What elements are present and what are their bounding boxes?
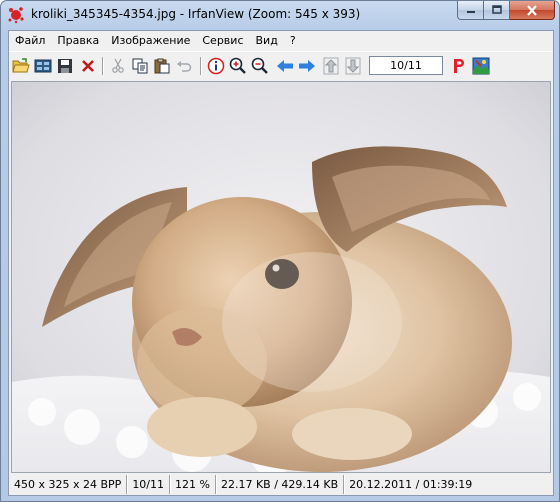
menu-bar: Файл Правка Изображение Сервис Вид ? <box>9 31 553 50</box>
zoom-in-icon <box>229 57 246 74</box>
paste-icon <box>154 58 170 74</box>
paint-button[interactable] <box>471 56 491 76</box>
next-button[interactable] <box>297 56 317 76</box>
toolbar: 10/11 <box>9 51 553 81</box>
paste-button[interactable] <box>152 56 172 76</box>
status-bar: 450 x 325 x 24 BPP 10/11 121 % 22.17 KB … <box>9 474 553 495</box>
window-title: kroliki_345345-4354.jpg - IrfanView (Zoo… <box>31 7 361 21</box>
maximize-icon <box>491 5 502 14</box>
previous-button[interactable] <box>275 56 295 76</box>
status-index: 10/11 <box>127 475 171 494</box>
menu-image[interactable]: Изображение <box>105 31 196 50</box>
previous-icon <box>277 60 293 72</box>
thumbnails-icon <box>34 59 52 73</box>
page-indicator: 10/11 <box>369 56 443 75</box>
info-button[interactable] <box>206 56 226 76</box>
minimize-button[interactable] <box>457 1 484 20</box>
last-button[interactable] <box>343 56 363 76</box>
close-button[interactable] <box>510 1 555 20</box>
caption-buttons <box>457 1 555 21</box>
copy-button[interactable] <box>130 56 150 76</box>
maximize-button[interactable] <box>484 1 510 20</box>
save-button[interactable] <box>55 56 75 76</box>
copy-icon <box>132 58 148 74</box>
menu-help[interactable]: ? <box>284 31 302 50</box>
open-folder-icon <box>12 58 30 73</box>
menu-edit[interactable]: Правка <box>51 31 105 50</box>
info-icon <box>207 57 225 75</box>
toolbar-separator <box>102 57 104 75</box>
close-icon <box>527 4 537 16</box>
first-icon <box>323 57 339 75</box>
zoom-out-icon <box>251 57 268 74</box>
status-dimensions: 450 x 325 x 24 BPP <box>9 475 128 494</box>
next-icon <box>299 60 315 72</box>
toolbar-separator <box>200 57 202 75</box>
thumbnails-button[interactable] <box>33 56 53 76</box>
status-size: 22.17 KB / 429.14 KB <box>216 475 345 494</box>
last-icon <box>345 57 361 75</box>
first-button[interactable] <box>321 56 341 76</box>
print-button[interactable] <box>449 56 469 76</box>
paint-icon <box>472 57 490 75</box>
status-datetime: 20.12.2011 / 01:39:19 <box>349 478 473 491</box>
client-area: Файл Правка Изображение Сервис Вид ? 10/… <box>8 30 554 496</box>
cut-icon <box>112 58 124 73</box>
undo-button[interactable] <box>174 56 194 76</box>
undo-icon <box>177 61 192 72</box>
title-bar[interactable]: kroliki_345345-4354.jpg - IrfanView (Zoo… <box>1 1 559 29</box>
cut-button[interactable] <box>108 56 128 76</box>
zoom-out-button[interactable] <box>250 56 270 76</box>
irfanview-app-icon[interactable] <box>7 6 25 24</box>
irfanview-window: kroliki_345345-4354.jpg - IrfanView (Zoo… <box>0 0 560 502</box>
bunny-photo <box>12 82 550 472</box>
print-p-icon <box>454 59 464 73</box>
menu-file[interactable]: Файл <box>9 31 51 50</box>
save-icon <box>58 59 72 73</box>
status-zoom: 121 % <box>170 475 216 494</box>
minimize-icon <box>466 11 475 13</box>
image-viewport[interactable] <box>11 81 551 473</box>
menu-tools[interactable]: Сервис <box>196 31 249 50</box>
open-button[interactable] <box>11 56 31 76</box>
zoom-in-button[interactable] <box>228 56 248 76</box>
delete-icon <box>82 60 94 72</box>
menu-view[interactable]: Вид <box>250 31 284 50</box>
delete-button[interactable] <box>78 56 98 76</box>
